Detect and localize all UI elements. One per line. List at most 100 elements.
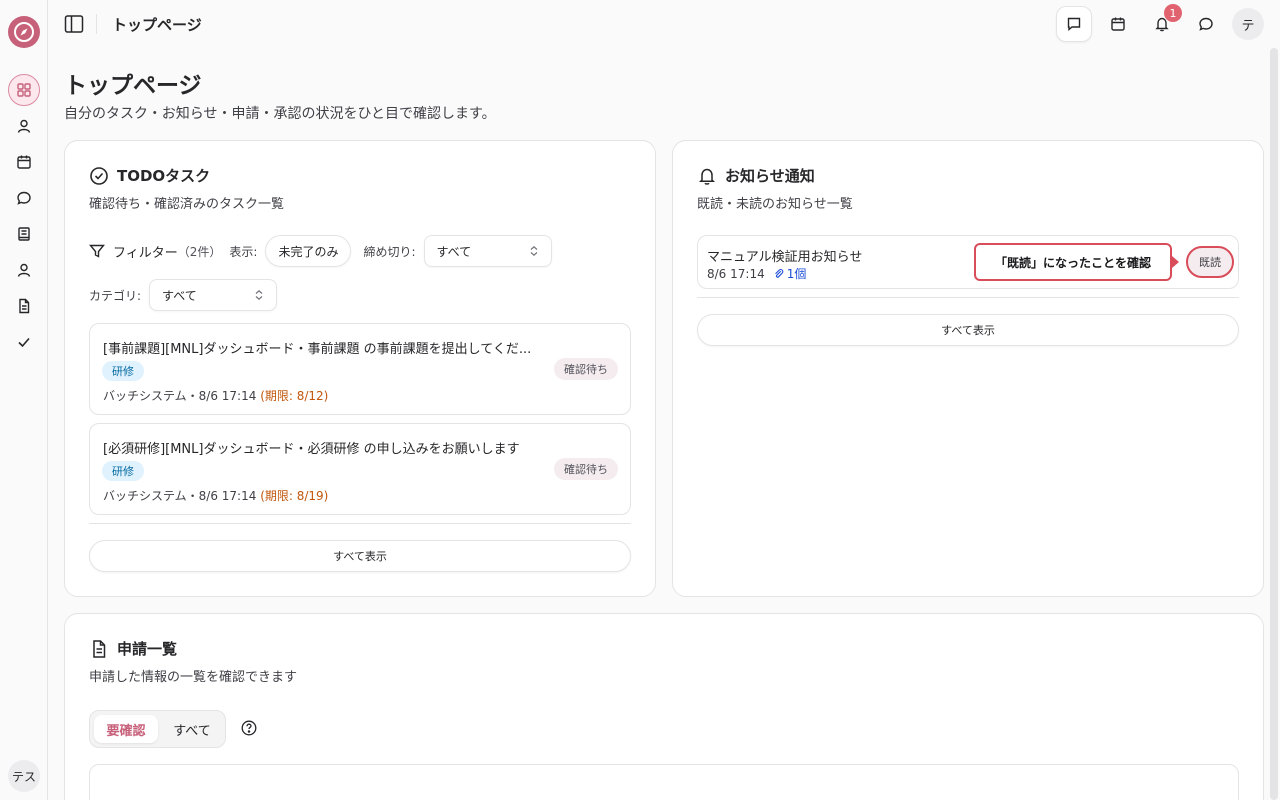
notifications-button[interactable]: 1 [1144,4,1182,42]
notice-show-all-button[interactable]: すべて表示 [697,314,1239,346]
bell-icon [698,168,716,185]
book-icon [18,227,30,241]
document-icon [93,639,106,658]
todo-title-text: TODOタスク [117,167,211,185]
sidebar-item-chat[interactable] [8,182,40,214]
sidebar-item-users[interactable] [8,254,40,286]
todo-category-row: カテゴリ: すべて [89,279,278,311]
notice-item-title: マニュアル検証用お知らせ [707,250,863,265]
chat-button[interactable] [1188,6,1224,42]
sidebar-item-profile[interactable] [8,110,40,142]
display-filter-toggle[interactable]: 未完了のみ [265,235,352,267]
applications-description: 申請した情報の一覧を確認できます [89,670,298,685]
notice-item[interactable]: マニュアル検証用お知らせ 8/6 17:14 1個 「既読」になったことを確認 … [697,235,1239,289]
display-label: 表示: [229,244,258,259]
person-icon [17,263,31,277]
feedback-button[interactable] [1056,6,1092,42]
app-logo[interactable] [8,16,40,48]
chevron-up-down-icon [255,289,263,301]
todo-show-all-button[interactable]: すべて表示 [89,540,631,572]
sidebar-toggle-button[interactable] [62,12,86,36]
user-icon [17,119,31,133]
notice-item-time: 8/6 17:14 [707,266,765,281]
help-circle-icon[interactable] [241,720,257,736]
notice-item-meta: 8/6 17:14 1個 [707,265,806,282]
task-source-time: バッチシステム・8/6 17:14 [103,489,257,503]
filter-label: フィルター [113,245,178,261]
compass-logo-icon [14,22,34,42]
calendar-icon [1111,17,1125,31]
todo-divider [89,523,631,524]
read-status-button[interactable]: 既読 [1186,246,1234,278]
tab-all[interactable]: すべて [162,715,222,743]
notice-description: 既読・未読のお知らせ一覧 [697,197,853,212]
message-square-icon [1067,17,1081,31]
check-icon [18,337,30,348]
task-title: [事前課題][MNL]ダッシュボード・事前課題 の事前課題を提出してくだ... [103,342,532,357]
deadline-select-value: すべて [436,244,472,259]
page-subtitle: 自分のタスク・お知らせ・申請・承認の状況をひと目で確認します。 [64,106,496,122]
task-deadline: (期限: 8/12) [260,389,329,403]
user-avatar[interactable]: テス [8,760,40,792]
task-item[interactable]: [必須研修][MNL]ダッシュボード・必須研修 の申し込みをお願いします 研修 … [89,423,631,515]
task-title: [必須研修][MNL]ダッシュボード・必須研修 の申し込みをお願いします [103,442,520,457]
header-divider [96,14,97,34]
applications-title-text: 申請一覧 [117,640,178,658]
page-scrollbar[interactable] [1270,48,1278,800]
task-source-time: バッチシステム・8/6 17:14 [103,389,257,403]
applications-card: 申請一覧 申請した情報の一覧を確認できます 要確認 すべて [64,613,1264,800]
task-item[interactable]: [事前課題][MNL]ダッシュボード・事前課題 の事前課題を提出してくだ... … [89,323,631,415]
paperclip-icon [774,268,784,278]
chevron-up-down-icon [530,245,537,257]
task-category-tag: 研修 [102,361,144,381]
todo-description: 確認待ち・確認済みのタスク一覧 [89,197,285,212]
sidebar-item-dashboard[interactable] [8,74,40,106]
todo-card-title: TODOタスク [89,165,210,186]
annotation-callout: 「既読」になったことを確認 [974,243,1172,281]
filter-count: （2件） [177,244,222,259]
sidebar-item-calendar[interactable] [8,146,40,178]
notice-divider [697,297,1239,298]
task-status-badge: 確認待ち [554,458,618,480]
deadline-label: 締め切り: [363,244,416,259]
annotation-callout-arrow [1172,256,1179,268]
applications-tab-group: 要確認 すべて [89,710,226,748]
task-status-badge: 確認待ち [554,358,618,380]
sidebar-item-approvals[interactable] [8,326,40,358]
notice-title-text: お知らせ通知 [725,167,815,185]
sidebar-item-manual[interactable] [8,218,40,250]
top-header: トップページ 1 テ [48,0,1280,48]
calendar-button[interactable] [1100,6,1136,42]
filter-funnel-icon [89,244,105,258]
todo-filter-row: フィルター （2件） 表示: 未完了のみ 締め切り: すべて [89,235,552,267]
dashboard-grid-icon [17,83,31,97]
circle-check-icon [90,166,108,185]
sidebar: テス [0,0,48,800]
notice-attachment[interactable]: 1個 [773,265,807,282]
notice-attachment-count: 1個 [786,267,807,281]
category-select[interactable]: すべて [149,279,278,311]
applications-card-title: 申請一覧 [89,638,177,659]
tab-needs-review[interactable]: 要確認 [94,715,158,743]
breadcrumb-title: トップページ [112,16,202,34]
chat-bubble-icon [1199,17,1213,31]
deadline-select[interactable]: すべて [423,235,552,267]
notification-badge: 1 [1164,4,1182,22]
calendar-icon [17,155,31,169]
task-deadline: (期限: 8/19) [260,489,329,503]
sidebar-item-documents[interactable] [8,290,40,322]
notice-card: お知らせ通知 既読・未読のお知らせ一覧 マニュアル検証用お知らせ 8/6 17:… [672,140,1264,597]
notice-card-title: お知らせ通知 [697,165,815,186]
sidebar-panel-icon [64,15,84,33]
todo-card: TODOタスク 確認待ち・確認済みのタスク一覧 フィルター （2件） 表示: 未… [64,140,656,597]
header-avatar[interactable]: テ [1232,8,1264,40]
category-label: カテゴリ: [89,288,142,303]
task-meta: バッチシステム・8/6 17:14 (期限: 8/12) [103,387,328,404]
applications-list [89,764,1239,800]
document-icon [19,298,30,314]
category-select-value: すべて [162,288,197,303]
chat-bubble-icon [17,191,31,205]
task-category-tag: 研修 [102,461,144,481]
task-meta: バッチシステム・8/6 17:14 (期限: 8/19) [103,487,328,504]
page-title: トップページ [64,73,202,99]
